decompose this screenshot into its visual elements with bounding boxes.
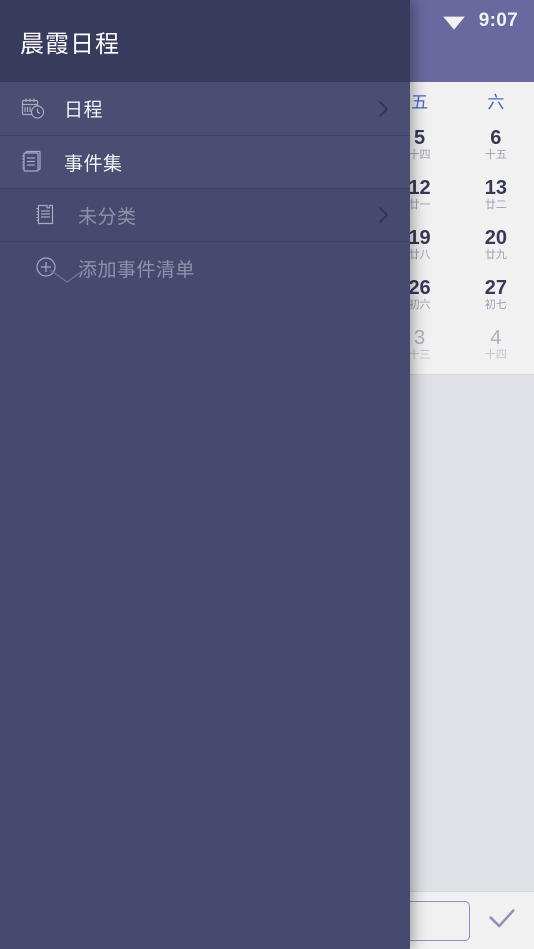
drawer-item-1[interactable]: 日程 [0,82,410,135]
calendar-clock-icon [20,96,54,122]
notebook-stack-icon [20,149,54,175]
drawer-header: 晨霞日程 [0,0,410,82]
calendar-day-cell[interactable]: 4 十四 [458,325,534,362]
calendar-day-number: 6 [490,126,502,149]
drawer-item-label: 事件集 [64,153,123,175]
app-title: 晨霞日程 [20,30,120,58]
drawer-menu-list: 日程 事件集 未分类 添加事件清单 [0,82,410,294]
app-root: 9:07 日一二三四五六 1初十2十一5十四6十五7十六8十七9十八10十九11… [0,0,534,949]
calendar-weekday: 六 [487,92,505,112]
calendar-day-number: 20 [484,226,507,249]
chevron-right-icon[interactable] [372,98,396,120]
calendar-day-cell[interactable]: 6 十五 [458,125,534,162]
drawer-item-4[interactable]: 添加事件清单 [0,241,410,294]
chevron-right-icon[interactable] [372,204,396,226]
drawer-item-label: 日程 [64,100,104,121]
calendar-day-lunar: 十四 [484,348,507,361]
calendar-day-number: 13 [484,176,507,199]
check-icon [485,902,519,939]
status-bar-clock: 9:07 [478,10,518,31]
calendar-day-cell[interactable]: 27 初七 [458,275,534,312]
wifi-icon [441,8,467,34]
navigation-drawer: 晨霞日程 日程 事件集 未分类 添加事件清单 [0,0,410,949]
calendar-day-lunar: 廿二 [484,198,507,211]
notebook-icon [34,202,68,228]
confirm-button[interactable] [484,903,520,939]
calendar-day-number: 27 [484,276,507,299]
calendar-day-lunar: 十五 [484,148,507,161]
calendar-day-cell[interactable]: 20 廿九 [458,225,534,262]
drawer-item-2[interactable]: 事件集 [0,135,410,188]
calendar-day-lunar: 廿九 [484,248,507,261]
calendar-day-number: 4 [490,326,502,349]
drawer-item-label: 添加事件清单 [78,259,196,281]
status-bar-right: 9:07 [441,6,518,36]
calendar-day-cell[interactable]: 13 廿二 [458,175,534,212]
drawer-empty-space [0,294,410,949]
plus-circle-icon [34,255,68,281]
drawer-item-3[interactable]: 未分类 [0,188,410,241]
drawer-item-label: 未分类 [78,206,137,228]
calendar-day-lunar: 初七 [484,298,507,311]
